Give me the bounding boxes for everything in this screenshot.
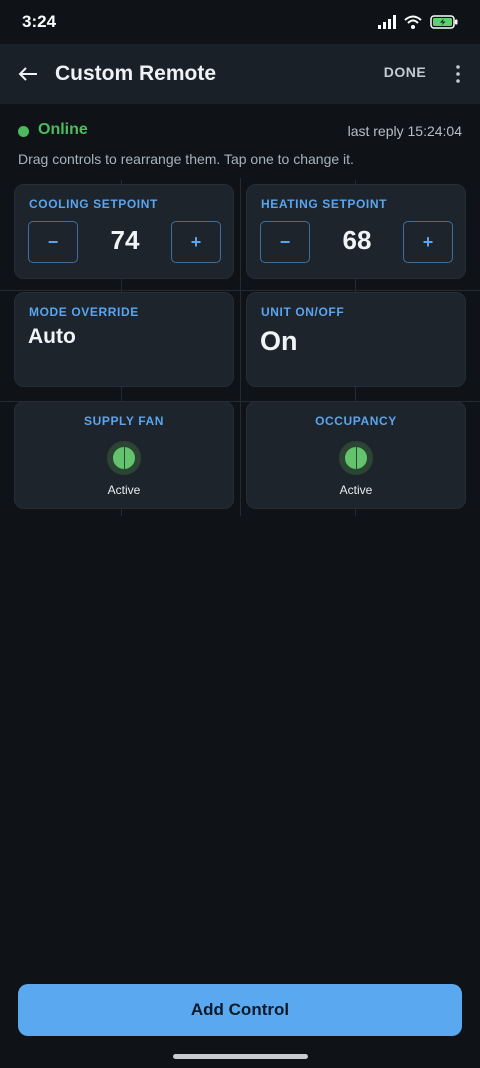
online-status-label: Online bbox=[38, 121, 88, 138]
cooling-setpoint-label: COOLING SETPOINT bbox=[29, 197, 158, 211]
rearrange-hint: Drag controls to rearrange them. Tap one… bbox=[18, 151, 354, 167]
online-status-dot bbox=[18, 126, 29, 137]
status-icons bbox=[378, 12, 458, 32]
connection-status-row: Online last reply 15:24:04 bbox=[18, 120, 462, 142]
back-arrow-icon bbox=[18, 67, 37, 81]
status-bar: 3:24 bbox=[0, 0, 480, 44]
last-reply-timestamp: last reply 15:24:04 bbox=[347, 123, 462, 139]
battery-charging-icon bbox=[430, 15, 458, 29]
status-time: 3:24 bbox=[22, 12, 57, 31]
occupancy-status-indicator bbox=[339, 441, 373, 475]
heating-setpoint-value: 68 bbox=[342, 225, 372, 255]
status-light-icon bbox=[113, 447, 135, 469]
mode-override-value: Auto bbox=[28, 325, 76, 348]
add-control-button[interactable]: Add Control bbox=[18, 984, 462, 1036]
page-title: Custom Remote bbox=[55, 62, 217, 85]
supply-fan-card[interactable]: SUPPLY FAN Active bbox=[14, 401, 234, 509]
grid-line bbox=[240, 178, 241, 516]
back-button[interactable] bbox=[12, 58, 44, 90]
status-light-icon bbox=[345, 447, 367, 469]
done-button[interactable]: DONE bbox=[376, 64, 434, 84]
cooling-setpoint-card[interactable]: COOLING SETPOINT − 74 + bbox=[14, 184, 234, 279]
supply-fan-state: Active bbox=[107, 483, 141, 497]
more-vertical-icon bbox=[456, 65, 460, 83]
heating-setpoint-label: HEATING SETPOINT bbox=[261, 197, 388, 211]
signal-icon bbox=[378, 15, 396, 29]
unit-onoff-value: On bbox=[260, 326, 298, 356]
mode-override-label: MODE OVERRIDE bbox=[29, 305, 139, 319]
heating-increase-button[interactable]: + bbox=[403, 221, 453, 263]
supply-fan-status-indicator bbox=[107, 441, 141, 475]
unit-onoff-card[interactable]: UNIT ON/OFF On bbox=[246, 292, 466, 387]
more-menu-button[interactable] bbox=[448, 61, 468, 87]
unit-onoff-label: UNIT ON/OFF bbox=[261, 305, 345, 319]
heating-setpoint-card[interactable]: HEATING SETPOINT − 68 + bbox=[246, 184, 466, 279]
grid-line bbox=[0, 290, 480, 291]
cooling-increase-button[interactable]: + bbox=[171, 221, 221, 263]
cooling-decrease-button[interactable]: − bbox=[28, 221, 78, 263]
occupancy-label: OCCUPANCY bbox=[315, 414, 397, 428]
occupancy-state: Active bbox=[339, 483, 373, 497]
wifi-icon bbox=[404, 15, 422, 29]
heating-decrease-button[interactable]: − bbox=[260, 221, 310, 263]
supply-fan-label: SUPPLY FAN bbox=[83, 414, 165, 428]
app-bar: Custom Remote DONE bbox=[0, 44, 480, 104]
home-indicator[interactable] bbox=[173, 1054, 308, 1059]
cooling-setpoint-value: 74 bbox=[110, 225, 140, 255]
occupancy-card[interactable]: OCCUPANCY Active bbox=[246, 401, 466, 509]
mode-override-card[interactable]: MODE OVERRIDE Auto bbox=[14, 292, 234, 387]
